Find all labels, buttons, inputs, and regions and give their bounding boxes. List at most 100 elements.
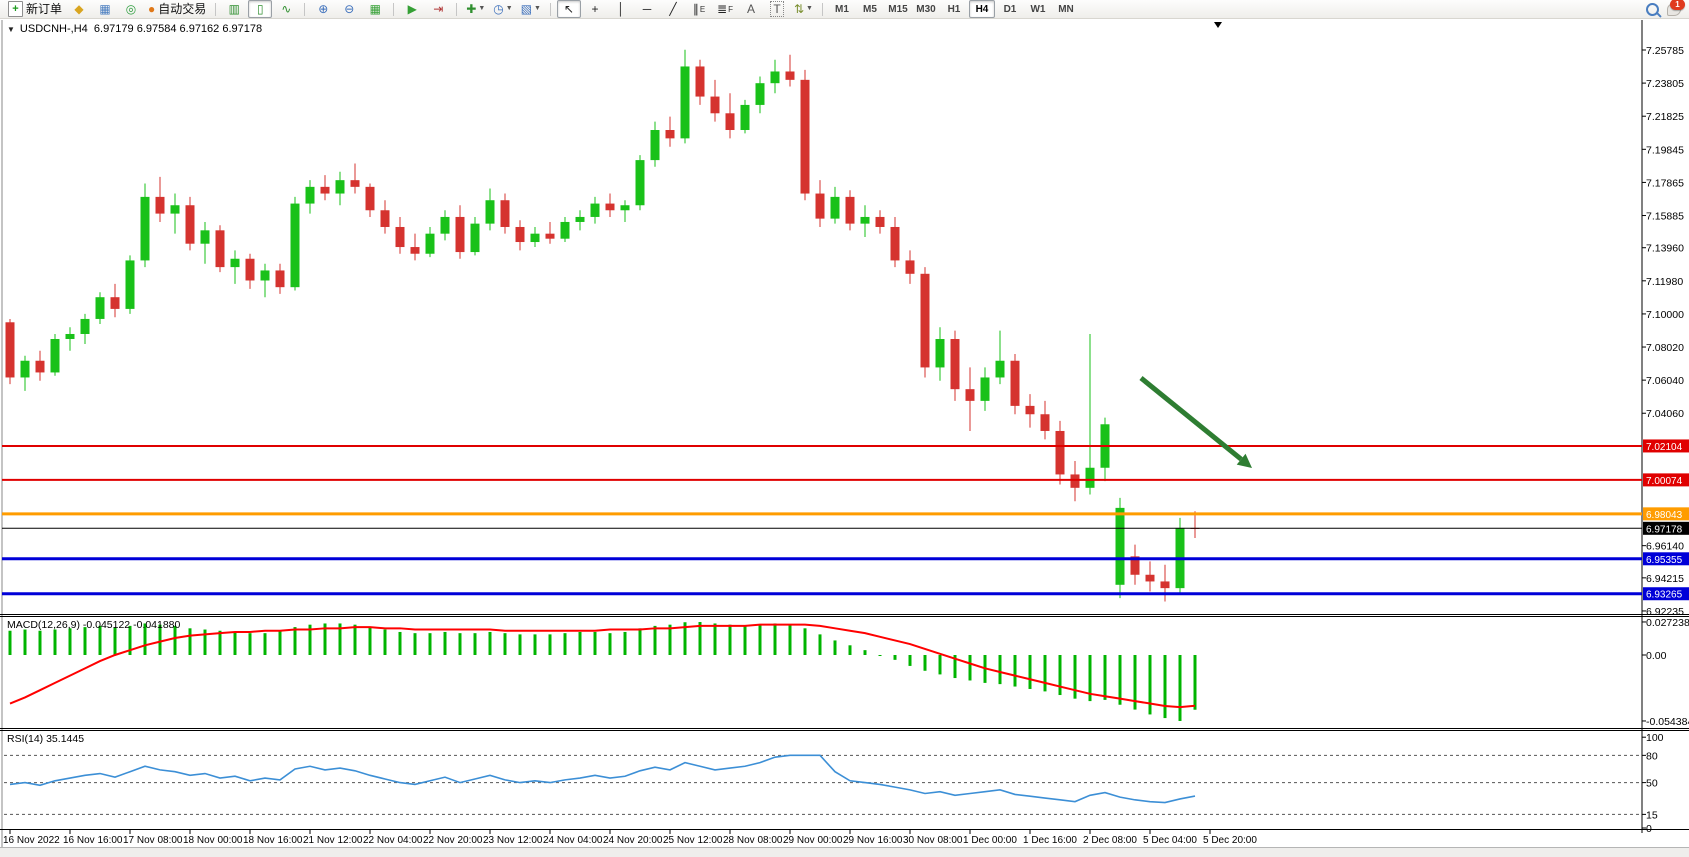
main-toolbar: +新订单◆▦◎●自动交易▥▯∿⊕⊖▦▶⇥✚▼◷▼▧▼↖+│─╱∥E≣FAT⇅▼M… [0,0,1689,19]
macd-histogram-bar [1149,655,1152,714]
macd-indicator-label: MACD(12,26,9) -0.045122 -0.041880 [7,619,180,631]
chart-canvas[interactable]: 7.021047.000746.980436.953556.932656.971… [0,0,1689,857]
timeframe-M15[interactable]: M15 [885,0,911,18]
timeframe-W1[interactable]: W1 [1025,0,1051,18]
toolbar-separator [456,3,457,16]
timeframe-M30[interactable]: M30 [913,0,939,18]
price-tick-label: 7.13960 [1646,243,1684,255]
macd-histogram-bar [744,626,747,655]
chart-shift-button[interactable]: ⇥ [426,0,450,18]
candle-body [771,71,780,83]
data-window-icon: ▦ [99,2,110,16]
zoom-in-icon: ⊕ [318,2,328,16]
bar-chart-button[interactable]: ▥ [222,0,246,18]
timeframe-M1[interactable]: M1 [829,0,855,18]
macd-histogram-bar [1164,655,1167,718]
vertical-line-button[interactable]: │ [609,0,633,18]
macd-histogram-bar [54,630,57,655]
chevron-down-icon[interactable]: ▼ [806,2,813,16]
equidistant-channel-button[interactable]: ∥E [687,0,711,18]
auto-trading-button[interactable]: ●自动交易 [145,0,209,18]
toolbar-group-draw-tools: ↖ +│─╱∥E≣FAT⇅▼ [556,0,817,18]
text-label-button[interactable]: T [765,0,789,18]
macd-histogram-bar [1119,655,1122,705]
fibonacci-button[interactable]: ≣F [713,0,737,18]
macd-histogram-bar [504,633,507,655]
data-window-button[interactable]: ▦ [93,0,117,18]
signal-icon: ◎ [126,2,136,16]
candle-body [1116,508,1125,585]
chart-ohlc-values: 6.97179 6.97584 6.97162 6.97178 [94,23,262,35]
chat-icon[interactable]: 1 [1667,2,1683,16]
trendline-button[interactable]: ╱ [661,0,685,18]
price-tick-label: 7.04060 [1646,408,1684,420]
toolbar-group-chart-type: ▥ ▯ ∿ [221,0,299,18]
candle-body [966,389,975,401]
price-level-badge-text: 6.93265 [1646,590,1683,601]
candlestick-chart-button[interactable]: ▯ [248,0,272,18]
timeframe-M5[interactable]: M5 [857,0,883,18]
candlestick-icon: ▯ [257,2,264,16]
candle-body [1086,468,1095,488]
timeframe-H1[interactable]: H1 [941,0,967,18]
macd-histogram-bar [369,627,372,655]
macd-histogram-bar [624,632,627,655]
candle-body [561,222,570,239]
indicators-button[interactable]: ✚▼ [463,0,488,18]
templates-button[interactable]: ▧▼ [518,0,544,18]
candle-body [156,197,165,214]
candle-body [366,187,375,210]
market-watch-icon: ◆ [74,2,83,16]
time-tick-label: 25 Nov 12:00 [663,835,723,846]
timeframe-D1[interactable]: D1 [997,0,1023,18]
horizontal-line-button[interactable]: ─ [635,0,659,18]
chart-symbol-period: USDCNH-,H4 [20,23,88,35]
tile-windows-button[interactable]: ▦ [363,0,387,18]
cursor-button[interactable]: ↖ [557,0,581,18]
candle-body [951,339,960,389]
new-order-button-label: 新订单 [26,2,62,16]
auto-scroll-icon: ▶ [408,2,417,16]
zoom-in-button[interactable]: ⊕ [311,0,335,18]
macd-histogram-bar [864,650,867,655]
price-tick-label: 7.06040 [1646,375,1684,387]
chart-context-toggle-icon[interactable]: ▼ [7,25,15,34]
periods-button[interactable]: ◷▼ [490,0,515,18]
zoom-out-button[interactable]: ⊖ [337,0,361,18]
candle-body [471,224,480,252]
chevron-down-icon[interactable]: ▼ [506,2,513,16]
auto-scroll-button[interactable]: ▶ [400,0,424,18]
text-button[interactable]: A [739,0,763,18]
candle-body [711,97,720,114]
candle-body [1026,406,1035,414]
chevron-down-icon[interactable]: ▼ [534,2,541,16]
macd-histogram-bar [1074,655,1077,699]
market-watch-button[interactable]: ◆ [67,0,91,18]
time-tick-label: 23 Nov 12:00 [483,835,543,846]
search-icon[interactable] [1646,3,1659,16]
chart-title[interactable]: ▼ USDCNH-,H4 6.97179 6.97584 6.97162 6.97… [7,23,262,35]
status-strip [0,848,1689,857]
chevron-down-icon[interactable]: ▼ [478,2,485,16]
price-tick-label: 7.15885 [1646,211,1684,223]
template-icon: ▧ [521,2,532,16]
macd-histogram-bar [924,655,927,671]
arrows-button[interactable]: ⇅▼ [791,0,816,18]
candle-body [891,227,900,260]
macd-histogram-bar [879,655,882,656]
candle-body [486,200,495,223]
new-order-button[interactable]: +新订单 [5,0,65,18]
candle-body [906,260,915,273]
notification-badge[interactable]: 1 [1670,0,1685,10]
line-chart-button[interactable]: ∿ [274,0,298,18]
timeframe-H4[interactable]: H4 [969,0,995,18]
line-chart-icon: ∿ [281,2,291,16]
cursor-icon: ↖ [564,2,574,16]
candle-body [651,130,660,160]
time-tick-label: 18 Nov 00:00 [183,835,243,846]
crosshair-button[interactable]: + [583,0,607,18]
macd-histogram-bar [1014,655,1017,687]
timeframe-MN[interactable]: MN [1053,0,1079,18]
candle-body [876,217,885,227]
signals-button[interactable]: ◎ [119,0,143,18]
